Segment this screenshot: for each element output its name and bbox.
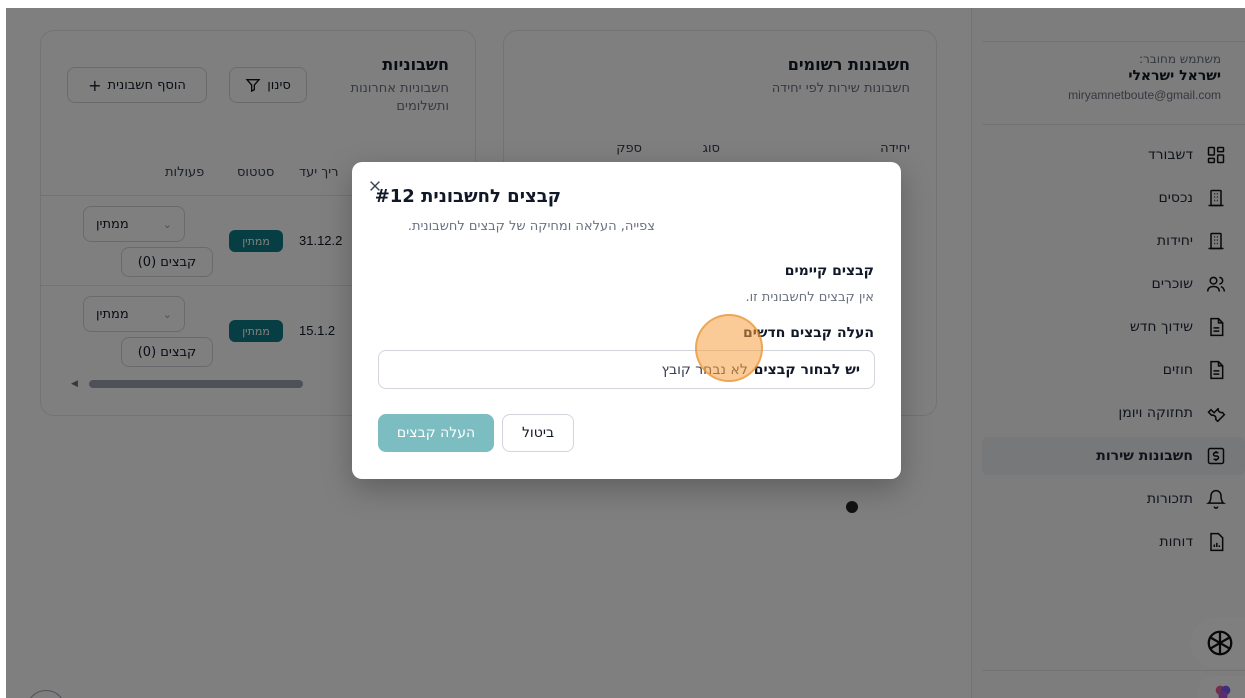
cancel-button[interactable]: ביטול xyxy=(502,414,574,452)
dialog-title: קבצים לחשבונית #12 xyxy=(374,186,561,207)
invoice-files-dialog: קבצים לחשבונית #12 צפייה, העלאה ומחיקה ש… xyxy=(352,162,901,479)
existing-files-empty: אין קבצים לחשבונית זו. xyxy=(745,290,874,305)
dialog-description: צפייה, העלאה ומחיקה של קבצים לחשבונית. xyxy=(407,219,655,234)
upload-files-title: העלה קבצים חדשים xyxy=(743,325,874,341)
cursor-highlight xyxy=(695,314,763,382)
choose-files-label[interactable]: יש לבחור קבצים xyxy=(754,362,860,378)
upload-files-button[interactable]: העלה קבצים xyxy=(378,414,494,452)
cursor-dot xyxy=(846,501,858,513)
file-picker[interactable]: יש לבחור קבצים לא נבחר קובץ xyxy=(378,350,875,389)
existing-files-title: קבצים קיימים xyxy=(784,263,874,279)
